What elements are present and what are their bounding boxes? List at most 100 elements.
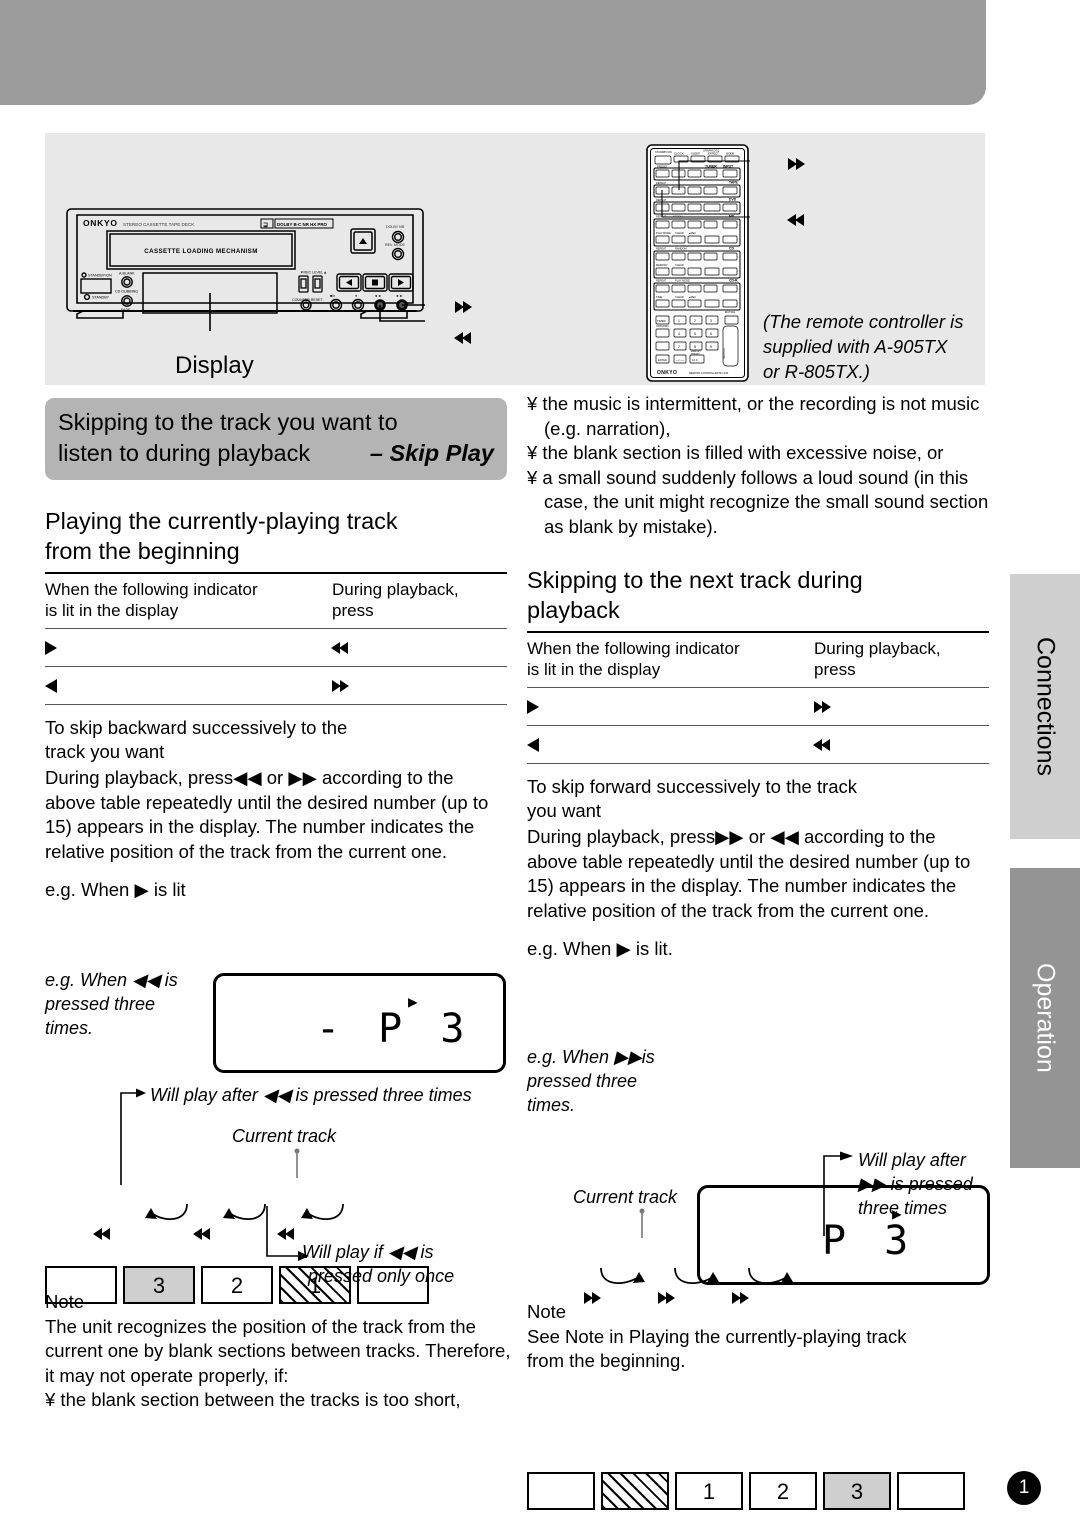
left-willplay-leader	[120, 1088, 146, 1185]
svg-text:CLEAR: CLEAR	[675, 263, 684, 267]
svg-text:►►: ►►	[396, 294, 403, 298]
right-head-col2-line1: During playback,	[814, 639, 941, 658]
right-annotation-will-play-line1: Will play after	[858, 1150, 966, 1170]
svg-text:MODE: MODE	[726, 152, 735, 156]
side-tab-operation[interactable]: Operation	[1010, 868, 1080, 1168]
svg-text:ONKYO: ONKYO	[657, 370, 677, 376]
svg-text:▼REC LEVEL▲: ▼REC LEVEL▲	[300, 271, 327, 275]
left-head-col2: During playback, press	[332, 572, 507, 629]
left-section-title: Playing the currently-playing track from…	[45, 506, 507, 566]
svg-text:●: ●	[355, 294, 357, 298]
left-eg-pressed-line3: times.	[45, 1018, 94, 1038]
press-fastforward	[332, 666, 507, 705]
svg-text:CD DUBBING: CD DUBBING	[115, 290, 138, 294]
left-eg-lit: e.g. When ▶ is lit	[45, 879, 186, 900]
left-subhead-line2: track you want	[45, 741, 165, 762]
skip-play-banner: Skipping to the track you want to listen…	[45, 398, 507, 480]
page-number-badge: 1	[1007, 1471, 1041, 1505]
remote-controller-illustration: STANDBY/ON CLOCK SLEEP GRAPHIC EQ EFFECT…	[646, 144, 750, 382]
indicator-play-left	[45, 666, 332, 705]
svg-text:ONKYO: ONKYO	[83, 218, 118, 228]
svg-text:●REC: ●REC	[689, 231, 696, 235]
svg-text:REPEAT: REPEAT	[656, 198, 667, 202]
left-arrow-glyph-1	[93, 1222, 110, 1246]
press-rewind	[331, 628, 507, 667]
remote-supply-note: (The remote controller is supplied with …	[763, 309, 998, 384]
left-lcd-play-indicator: ▶	[408, 992, 418, 1011]
right-eg-lit: e.g. When ▶ is lit.	[527, 938, 673, 959]
left-current-track-leader	[294, 1148, 300, 1178]
strip-cell-2: 2	[749, 1472, 817, 1510]
left-eg-pressed-note: e.g. When ◀◀ is pressed three times.	[45, 968, 210, 1040]
right-indicator-table: When the following indicator is lit in t…	[527, 631, 989, 764]
svg-text:⊒: ⊒	[263, 223, 268, 229]
left-note-body: The unit recognizes the position of the …	[45, 1315, 511, 1386]
left-indicator-table: When the following indicator is lit in t…	[45, 572, 507, 705]
svg-text:REMOTE CONTROLLER RC-430: REMOTE CONTROLLER RC-430	[689, 371, 729, 375]
svg-text:CASSETTE LOADING MECHANISM: CASSETTE LOADING MECHANISM	[144, 248, 258, 255]
right-section-title: Skipping to the next track during playba…	[527, 565, 989, 625]
right-annotation-will-play-line2: ▶▶ is pressed	[858, 1174, 973, 1194]
svg-text:UP/DOWN: UP/DOWN	[656, 324, 669, 328]
left-section-title-line1: Playing the currently-playing track	[45, 508, 398, 534]
right-track-strip: 1 2 3	[527, 1472, 972, 1514]
svg-text:4: 4	[678, 332, 680, 336]
strip-cell-3: 3	[823, 1472, 891, 1510]
strip-cell-blank-5	[897, 1472, 965, 1510]
svg-text:PLAY MODE: PLAY MODE	[656, 231, 671, 235]
right-annotation-will-play-line3: three times	[858, 1198, 948, 1218]
right-eg-pressed-note: e.g. When ▶▶is pressed three times.	[527, 1045, 687, 1117]
right-section-title-line2: playback	[527, 597, 620, 623]
skip-play-label: – Skip Play	[369, 440, 494, 466]
svg-text:PRESET: PRESET	[657, 165, 668, 169]
left-subheading: To skip backward successively to the tra…	[45, 716, 507, 764]
right-head-col2: During playback, press	[814, 631, 989, 688]
svg-text:PRESET: PRESET	[691, 354, 700, 356]
table-row	[45, 628, 507, 667]
page-number-value: 1	[1018, 1477, 1030, 1498]
right-head-col1-line2: is lit in the display	[527, 660, 661, 679]
side-tab-connections[interactable]: Connections	[1010, 574, 1080, 839]
svg-text:1: 1	[678, 319, 680, 323]
svg-text:CD: CD	[729, 247, 734, 251]
svg-text:10.0: 10.0	[692, 358, 698, 362]
right-note-body-line2: from the beginning.	[527, 1350, 686, 1371]
svg-text:TIMER: TIMER	[657, 319, 666, 323]
right-bullet-2: ¥ the blank section is filled with exces…	[527, 442, 944, 463]
svg-text:A.BLANK: A.BLANK	[119, 272, 135, 276]
table-row	[45, 666, 507, 705]
right-subhead-line2: you want	[527, 800, 602, 821]
svg-text:6: 6	[710, 332, 712, 336]
remote-fastforward-callout	[788, 149, 805, 176]
left-head-col1-line1: When the following indicator	[45, 580, 258, 599]
svg-text:REPEAT: REPEAT	[656, 181, 667, 185]
right-head-col1: When the following indicator is lit in t…	[527, 631, 814, 688]
cassette-deck-illustration: ONKYO STEREO CASSETTE TAPE DECK ⊒ DOLBY …	[66, 208, 425, 331]
svg-text:TUNER: TUNER	[705, 165, 717, 169]
svg-text:RANDOM: RANDOM	[675, 247, 687, 251]
page-header-band	[0, 0, 986, 105]
right-bullet-3: ¥ a small sound suddenly follows a loud …	[527, 466, 989, 537]
right-note-body-line1: See Note in Playing the currently-playin…	[527, 1325, 907, 1347]
press-rewind	[813, 725, 989, 764]
left-lcd-display: - P 3 ▶	[213, 973, 506, 1073]
press-fastforward	[814, 687, 989, 726]
svg-text:7: 7	[678, 345, 680, 349]
svg-text:STANDBY: STANDBY	[92, 296, 110, 300]
svg-text:ENTER: ENTER	[658, 358, 667, 362]
remote-note-line1: (The remote controller is	[763, 311, 964, 332]
strip-cell-1: 1	[675, 1472, 743, 1510]
left-section-title-line2: from the beginning	[45, 538, 240, 564]
remote-note-line3: or R-805TX.)	[763, 361, 870, 382]
left-annotation-once-line1: Will play if ◀◀ is	[302, 1242, 434, 1262]
right-head-col1-line1: When the following indicator	[527, 639, 740, 658]
deck-rewind-callout	[454, 323, 471, 350]
strip-cell-current	[601, 1472, 669, 1510]
left-note-title: Note	[45, 1291, 85, 1312]
left-eg-pressed-line2: pressed three	[45, 994, 156, 1014]
svg-text:SLEEP: SLEEP	[691, 152, 700, 156]
left-head-col2-line1: During playback,	[332, 580, 459, 599]
left-head-col1-line2: is lit in the display	[45, 601, 179, 620]
svg-text:3: 3	[710, 319, 712, 323]
left-annotation-once-line2: pressed only once	[308, 1266, 455, 1286]
